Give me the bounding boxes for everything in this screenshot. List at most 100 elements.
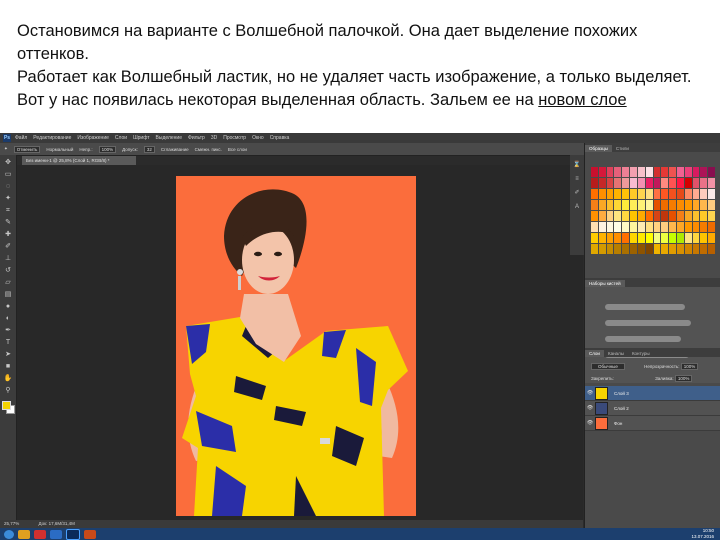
color-swatch[interactable] (653, 222, 661, 232)
color-swatch[interactable] (637, 233, 645, 243)
dodge-tool-icon[interactable]: ◐ (4, 314, 13, 323)
properties-icon[interactable]: ≡ (573, 175, 581, 183)
color-swatch[interactable] (606, 222, 614, 232)
opacity-field[interactable]: 100% (98, 145, 117, 153)
color-swatch[interactable] (591, 233, 598, 243)
color-swatch[interactable] (708, 211, 715, 221)
color-swatch[interactable] (700, 211, 708, 221)
menu-item[interactable]: Справка (270, 135, 290, 141)
color-swatch[interactable] (630, 233, 637, 243)
fill-field[interactable]: 100% (674, 375, 693, 382)
color-swatch[interactable] (622, 211, 630, 221)
color-swatch[interactable] (708, 200, 715, 210)
color-swatch[interactable] (622, 222, 630, 232)
selection-mode-button[interactable]: Отменить (13, 145, 41, 153)
color-swatch[interactable] (669, 178, 676, 188)
color-swatch[interactable] (700, 222, 708, 232)
menu-item[interactable]: 3D (211, 135, 217, 141)
blend-mode-select[interactable]: Обычные (591, 363, 625, 370)
color-swatch[interactable] (692, 211, 700, 221)
color-swatch[interactable] (692, 222, 700, 232)
color-swatch[interactable] (606, 244, 614, 254)
color-swatch[interactable] (622, 178, 630, 188)
color-swatch[interactable] (661, 189, 669, 199)
color-swatch[interactable] (630, 244, 637, 254)
menu-item[interactable]: Изображение (77, 135, 109, 141)
color-swatch[interactable] (645, 178, 653, 188)
color-swatch[interactable] (653, 167, 661, 177)
color-swatch[interactable] (676, 244, 684, 254)
color-swatch[interactable] (708, 222, 715, 232)
color-swatch[interactable] (637, 222, 645, 232)
color-swatch[interactable] (684, 222, 692, 232)
shape-tool-icon[interactable]: ■ (4, 362, 13, 371)
color-swatch[interactable] (591, 167, 598, 177)
taskbar-app-icon[interactable] (50, 529, 62, 539)
color-swatch[interactable] (692, 233, 700, 243)
start-button[interactable] (4, 529, 14, 539)
color-swatch[interactable] (669, 244, 676, 254)
color-swatch[interactable] (692, 244, 700, 254)
color-swatch[interactable] (708, 244, 715, 254)
color-swatch[interactable] (622, 189, 630, 199)
menu-item[interactable]: Выделение (156, 135, 183, 141)
color-swatch[interactable] (591, 222, 598, 232)
color-swatch[interactable] (645, 200, 653, 210)
color-swatch[interactable] (591, 244, 598, 254)
color-swatch[interactable] (645, 233, 653, 243)
color-swatch[interactable] (598, 178, 606, 188)
color-swatch[interactable] (676, 200, 684, 210)
color-swatch[interactable] (630, 178, 637, 188)
color-swatch[interactable] (591, 178, 598, 188)
color-swatch[interactable] (661, 244, 669, 254)
color-swatch[interactable] (614, 233, 622, 243)
color-swatch[interactable] (661, 211, 669, 221)
color-swatch[interactable] (653, 189, 661, 199)
tab-styles[interactable]: Стили (612, 145, 633, 152)
all-layers-checkbox[interactable]: Все слои (228, 147, 247, 152)
color-swatch[interactable] (700, 233, 708, 243)
color-swatch[interactable] (637, 167, 645, 177)
color-swatch[interactable] (591, 189, 598, 199)
color-swatch[interactable] (684, 233, 692, 243)
visibility-eye-icon[interactable]: 👁 (585, 405, 595, 411)
color-swatch[interactable] (637, 211, 645, 221)
magic-wand-tool-icon[interactable]: ✦ (4, 194, 13, 203)
color-swatch[interactable] (598, 244, 606, 254)
gradient-tool-icon[interactable]: ▤ (4, 290, 13, 299)
type-tool-icon[interactable]: T (4, 338, 13, 347)
crop-tool-icon[interactable]: ⌗ (4, 206, 13, 215)
color-swatch[interactable] (614, 167, 622, 177)
color-swatch[interactable] (591, 200, 598, 210)
color-swatch[interactable] (661, 222, 669, 232)
menu-item[interactable]: Окно (252, 135, 264, 141)
history-icon[interactable]: ⌛ (573, 161, 581, 169)
color-swatch[interactable] (598, 167, 606, 177)
color-swatch[interactable] (708, 233, 715, 243)
color-swatch[interactable] (614, 244, 622, 254)
taskbar-app-icon[interactable] (34, 529, 46, 539)
color-swatch[interactable] (684, 189, 692, 199)
color-swatch[interactable] (708, 167, 715, 177)
color-swatch[interactable] (669, 189, 676, 199)
marquee-tool-icon[interactable]: ▭ (4, 170, 13, 179)
color-swatch[interactable] (653, 244, 661, 254)
color-swatch[interactable] (684, 178, 692, 188)
color-swatch[interactable] (676, 178, 684, 188)
color-swatch[interactable] (684, 211, 692, 221)
color-swatch[interactable] (622, 233, 630, 243)
tab-channels[interactable]: Каналы (604, 350, 628, 357)
color-swatch[interactable] (669, 211, 676, 221)
zoom-level[interactable]: 25,77% (4, 521, 19, 526)
eyedropper-tool-icon[interactable]: ✎ (4, 218, 13, 227)
zoom-tool-icon[interactable]: ⚲ (4, 386, 13, 395)
visibility-eye-icon[interactable]: 👁 (585, 390, 595, 396)
color-swatch[interactable] (606, 211, 614, 221)
color-swatch[interactable] (708, 189, 715, 199)
color-swatch[interactable] (700, 244, 708, 254)
color-swatch[interactable] (645, 167, 653, 177)
color-swatch[interactable] (708, 178, 715, 188)
color-swatch[interactable] (614, 211, 622, 221)
path-selection-tool-icon[interactable]: ➤ (4, 350, 13, 359)
hand-tool-icon[interactable]: ✋ (4, 374, 13, 383)
